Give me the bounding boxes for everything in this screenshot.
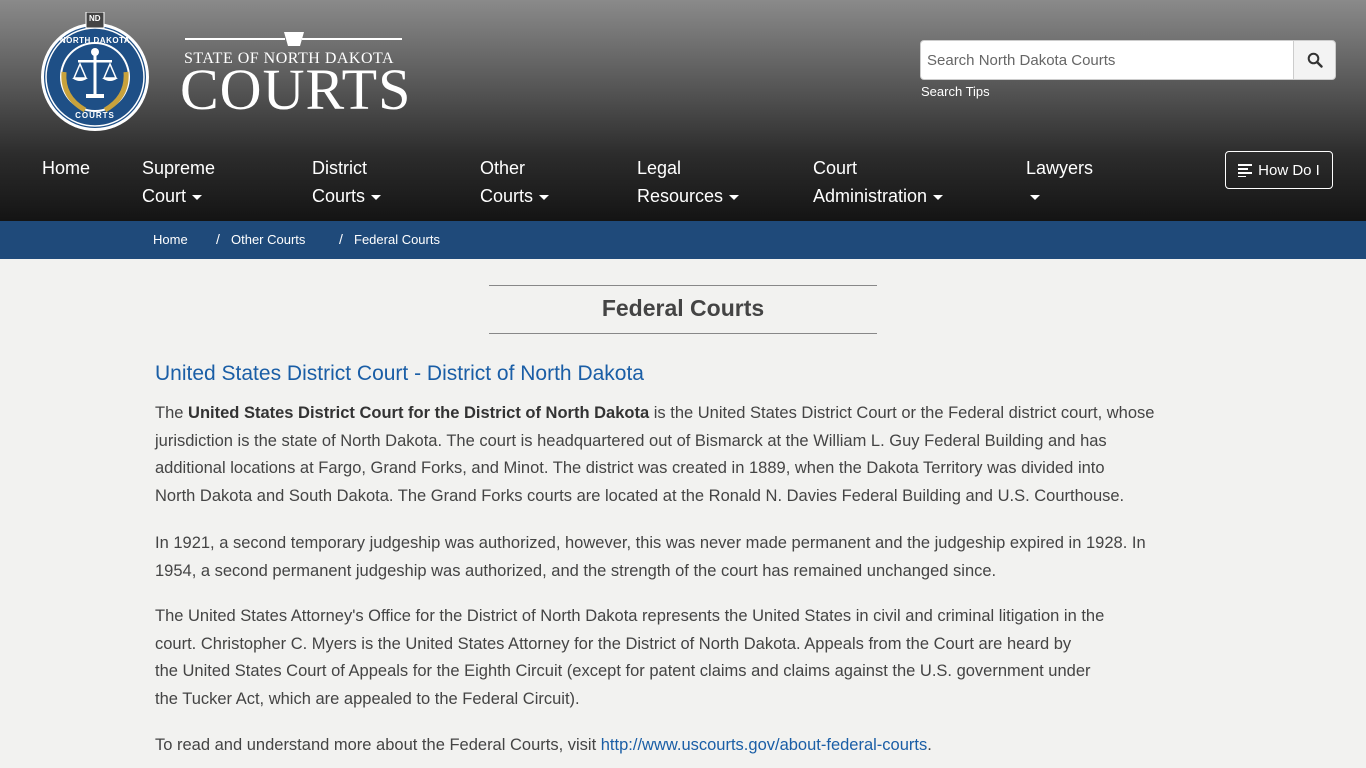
seal-badge-text: ND <box>89 14 101 23</box>
search-input[interactable] <box>920 40 1294 80</box>
nav-label-line2: Courts <box>480 186 534 206</box>
p1-court-name: United States District Court for the Dis… <box>188 404 650 422</box>
paragraph-judgeship: In 1921, a second temporary judgeship wa… <box>155 530 1210 585</box>
title-rule-bottom <box>489 333 877 334</box>
page-title: Federal Courts <box>601 295 765 321</box>
seal-ring-bottom-text: COURTS <box>75 111 115 120</box>
wordmark-rule-right <box>302 38 402 40</box>
p2-line2: 1954, a second permanent judgeship was a… <box>155 561 997 580</box>
site-header: ND NORTH DAKOTA COURTS STATE OF NORTH DA… <box>0 0 1366 221</box>
p1-lead: The <box>155 404 189 422</box>
caret-down-icon <box>933 194 944 200</box>
how-do-i-button[interactable]: How Do I <box>1225 151 1333 189</box>
nav-label-line2: Administration <box>813 186 928 206</box>
breadcrumb-other-courts[interactable]: Other Courts <box>231 232 305 247</box>
caret-down-icon <box>729 194 740 200</box>
p2-line1: In 1921, a second temporary judgeship wa… <box>155 534 1146 552</box>
p3-line1: The United States Attorney's Office for … <box>155 607 1105 625</box>
breadcrumb-separator: / <box>216 231 220 247</box>
nav-label-line1: Court <box>813 158 858 178</box>
search-button[interactable] <box>1293 40 1336 80</box>
nav-home[interactable]: Home <box>42 154 90 182</box>
breadcrumb-separator: / <box>339 231 343 247</box>
p1-line2: jurisdiction is the state of North Dakot… <box>155 431 1107 450</box>
caret-down-icon <box>1030 194 1040 200</box>
p1-line1: is the United States District Court or t… <box>649 404 1155 422</box>
nav-supreme-court[interactable]: Supreme Court <box>142 154 215 210</box>
caret-down-icon <box>539 194 550 200</box>
wordmark-rule-left <box>185 38 285 40</box>
search-tips-link[interactable]: Search Tips <box>921 84 990 99</box>
search-form <box>920 40 1336 80</box>
p4-lead: To read and understand more about the Fe… <box>155 736 601 754</box>
p4-tail: . <box>927 736 932 754</box>
paragraph-us-attorney: The United States Attorney's Office for … <box>155 603 1210 713</box>
nav-label-line2: Courts <box>312 186 366 206</box>
breadcrumb-current: Federal Courts <box>354 232 440 247</box>
capitol-icon <box>284 32 304 46</box>
p3-line3: the United States Court of Appeals for t… <box>155 662 1091 680</box>
nd-courts-seal[interactable]: ND NORTH DAKOTA COURTS <box>40 11 150 132</box>
uscourts-link[interactable]: http://www.uscourts.gov/about-federal-co… <box>601 736 928 754</box>
how-do-i-label: How Do I <box>1258 161 1320 179</box>
seal-ring-top-text: NORTH DAKOTA <box>59 36 131 45</box>
title-rule-top <box>489 285 877 286</box>
nav-legal-resources[interactable]: Legal Resources <box>637 154 740 210</box>
main-content: Federal Courts United States District Co… <box>0 259 1366 768</box>
p3-line2: court. Christopher C. Myers is the Unite… <box>155 634 1072 653</box>
p1-line3: additional locations at Fargo, Grand For… <box>155 459 1105 477</box>
nav-label: Home <box>42 158 91 178</box>
nav-label-line2: Court <box>142 186 187 206</box>
nav-district-courts[interactable]: District Courts <box>312 154 382 210</box>
p1-line4: North Dakota and South Dakota. The Grand… <box>155 486 1125 505</box>
nav-label-line1: District <box>312 158 367 178</box>
search-icon <box>1307 52 1323 68</box>
nav-label-line2: Resources <box>637 186 724 206</box>
nav-label-line1: Supreme <box>142 158 216 178</box>
nav-court-administration[interactable]: Court Administration <box>813 154 944 210</box>
nav-label-line1: Legal <box>637 158 682 178</box>
nav-label-line1: Lawyers <box>1026 158 1094 178</box>
nav-label-line1: Other <box>480 158 526 178</box>
nav-lawyers[interactable]: Lawyers <box>1026 154 1093 210</box>
paragraph-more-info: To read and understand more about the Fe… <box>155 732 1210 760</box>
section-heading: United States District Court - District … <box>155 362 644 385</box>
caret-down-icon <box>371 194 382 200</box>
site-wordmark[interactable]: STATE OF NORTH DAKOTA COURTS <box>180 30 410 120</box>
breadcrumb-home[interactable]: Home <box>153 232 188 247</box>
list-icon <box>1238 164 1253 177</box>
caret-down-icon <box>192 194 203 200</box>
nav-other-courts[interactable]: Other Courts <box>480 154 550 210</box>
p3-line4: the Tucker Act, which are appealed to th… <box>155 689 580 708</box>
paragraph-district-court: The United States District Court for the… <box>155 400 1210 510</box>
breadcrumb: Home / Other Courts / Federal Courts <box>0 221 1366 259</box>
wordmark-courts-text: COURTS <box>180 57 412 122</box>
